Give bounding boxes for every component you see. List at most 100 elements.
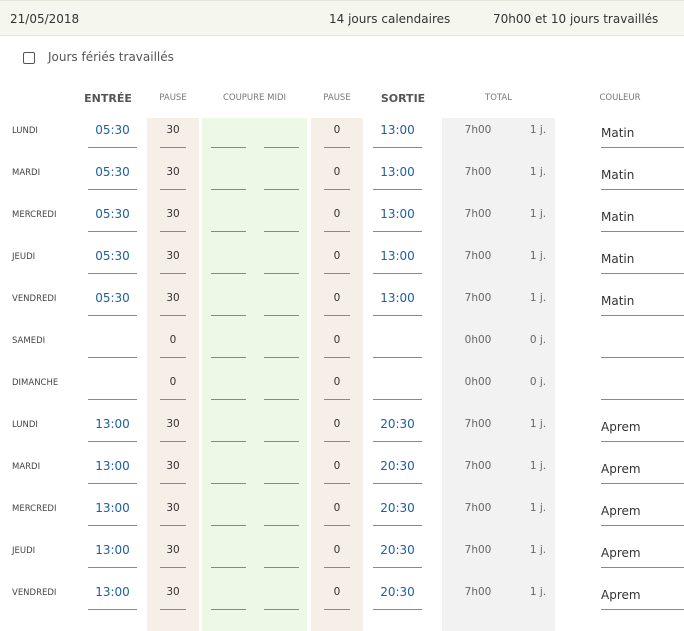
entree-input[interactable] [88, 374, 137, 400]
pause2-input[interactable]: 0 [324, 584, 350, 610]
pause2-input[interactable]: 0 [324, 164, 350, 190]
pause2-input[interactable]: 0 [324, 206, 350, 232]
couleur-select[interactable]: Matin [601, 290, 684, 316]
table-row: SAMEDI 0 0 0h00 0 j. [0, 324, 684, 366]
pause1-input[interactable]: 30 [160, 500, 186, 526]
coupure-end-input[interactable] [264, 500, 299, 526]
col-header-sortie: SORTIE [380, 92, 426, 105]
sortie-input[interactable]: 13:00 [373, 164, 422, 190]
entree-input[interactable] [88, 332, 137, 358]
day-label: JEUDI [12, 546, 36, 556]
coupure-end-input[interactable] [264, 164, 299, 190]
coupure-end-input[interactable] [264, 584, 299, 610]
pause2-input[interactable]: 0 [324, 416, 350, 442]
coupure-end-input[interactable] [264, 458, 299, 484]
pause2-input[interactable]: 0 [324, 122, 350, 148]
sortie-input[interactable]: 20:30 [373, 542, 422, 568]
coupure-end-input[interactable] [264, 332, 299, 358]
sortie-value: 13:00 [380, 123, 415, 137]
couleur-select[interactable]: Matin [601, 164, 684, 190]
pause2-input[interactable]: 0 [324, 542, 350, 568]
couleur-value: Aprem [601, 588, 641, 602]
pause2-input[interactable]: 0 [324, 332, 350, 358]
pause2-input[interactable]: 0 [324, 374, 350, 400]
total-days-value: 1 j. [529, 250, 547, 262]
entree-input[interactable]: 05:30 [88, 248, 137, 274]
couleur-select[interactable]: Matin [601, 248, 684, 274]
coupure-end-input[interactable] [264, 416, 299, 442]
pause1-input[interactable]: 30 [160, 458, 186, 484]
pause1-input[interactable]: 30 [160, 206, 186, 232]
coupure-start-input[interactable] [211, 164, 246, 190]
total-hours-value: 7h00 [464, 124, 492, 136]
pause2-input[interactable]: 0 [324, 458, 350, 484]
entree-input[interactable]: 13:00 [88, 542, 137, 568]
couleur-select[interactable]: Aprem [601, 500, 684, 526]
couleur-select[interactable]: Matin [601, 122, 684, 148]
coupure-start-input[interactable] [211, 122, 246, 148]
entree-input[interactable]: 05:30 [88, 164, 137, 190]
couleur-value: Matin [601, 210, 635, 224]
couleur-select[interactable]: Aprem [601, 542, 684, 568]
pause1-value: 30 [166, 502, 180, 514]
sortie-input[interactable]: 13:00 [373, 290, 422, 316]
pause2-input[interactable]: 0 [324, 500, 350, 526]
sortie-input[interactable]: 13:00 [373, 248, 422, 274]
pause1-input[interactable]: 30 [160, 248, 186, 274]
coupure-start-input[interactable] [211, 584, 246, 610]
entree-input[interactable]: 05:30 [88, 290, 137, 316]
couleur-select[interactable]: Matin [601, 206, 684, 232]
entree-input[interactable]: 13:00 [88, 584, 137, 610]
entree-input[interactable]: 13:00 [88, 500, 137, 526]
sortie-input[interactable]: 13:00 [373, 122, 422, 148]
sortie-input[interactable]: 20:30 [373, 500, 422, 526]
entree-input[interactable]: 13:00 [88, 458, 137, 484]
coupure-start-input[interactable] [211, 374, 246, 400]
pause1-input[interactable]: 30 [160, 542, 186, 568]
coupure-start-input[interactable] [211, 332, 246, 358]
holidays-worked-checkbox[interactable] [23, 52, 35, 64]
coupure-start-input[interactable] [211, 206, 246, 232]
entree-input[interactable]: 05:30 [88, 122, 137, 148]
total-hours: 7h00 [458, 500, 498, 526]
sortie-input[interactable] [373, 374, 422, 400]
total-hours: 7h00 [458, 248, 498, 274]
coupure-end-input[interactable] [264, 542, 299, 568]
coupure-end-input[interactable] [264, 248, 299, 274]
pause1-input[interactable]: 30 [160, 584, 186, 610]
sortie-input[interactable]: 20:30 [373, 416, 422, 442]
coupure-start-input[interactable] [211, 248, 246, 274]
pause2-value: 0 [333, 418, 341, 430]
couleur-select[interactable] [601, 332, 684, 358]
total-days: 0 j. [522, 332, 554, 358]
pause1-input[interactable]: 30 [160, 290, 186, 316]
couleur-value: Aprem [601, 420, 641, 434]
entree-input[interactable]: 13:00 [88, 416, 137, 442]
coupure-end-input[interactable] [264, 374, 299, 400]
couleur-select[interactable]: Aprem [601, 584, 684, 610]
pause1-input[interactable]: 30 [160, 416, 186, 442]
pause1-input[interactable]: 0 [160, 332, 186, 358]
coupure-start-input[interactable] [211, 458, 246, 484]
total-days: 1 j. [522, 500, 554, 526]
coupure-start-input[interactable] [211, 542, 246, 568]
sortie-input[interactable]: 20:30 [373, 584, 422, 610]
couleur-select[interactable] [601, 374, 684, 400]
pause1-input[interactable]: 30 [160, 122, 186, 148]
sortie-input[interactable] [373, 332, 422, 358]
couleur-select[interactable]: Aprem [601, 416, 684, 442]
sortie-input[interactable]: 20:30 [373, 458, 422, 484]
pause1-input[interactable]: 0 [160, 374, 186, 400]
pause2-input[interactable]: 0 [324, 248, 350, 274]
pause1-input[interactable]: 30 [160, 164, 186, 190]
coupure-end-input[interactable] [264, 290, 299, 316]
coupure-end-input[interactable] [264, 206, 299, 232]
coupure-start-input[interactable] [211, 416, 246, 442]
entree-input[interactable]: 05:30 [88, 206, 137, 232]
coupure-end-input[interactable] [264, 122, 299, 148]
couleur-select[interactable]: Aprem [601, 458, 684, 484]
pause2-input[interactable]: 0 [324, 290, 350, 316]
coupure-start-input[interactable] [211, 500, 246, 526]
coupure-start-input[interactable] [211, 290, 246, 316]
sortie-input[interactable]: 13:00 [373, 206, 422, 232]
